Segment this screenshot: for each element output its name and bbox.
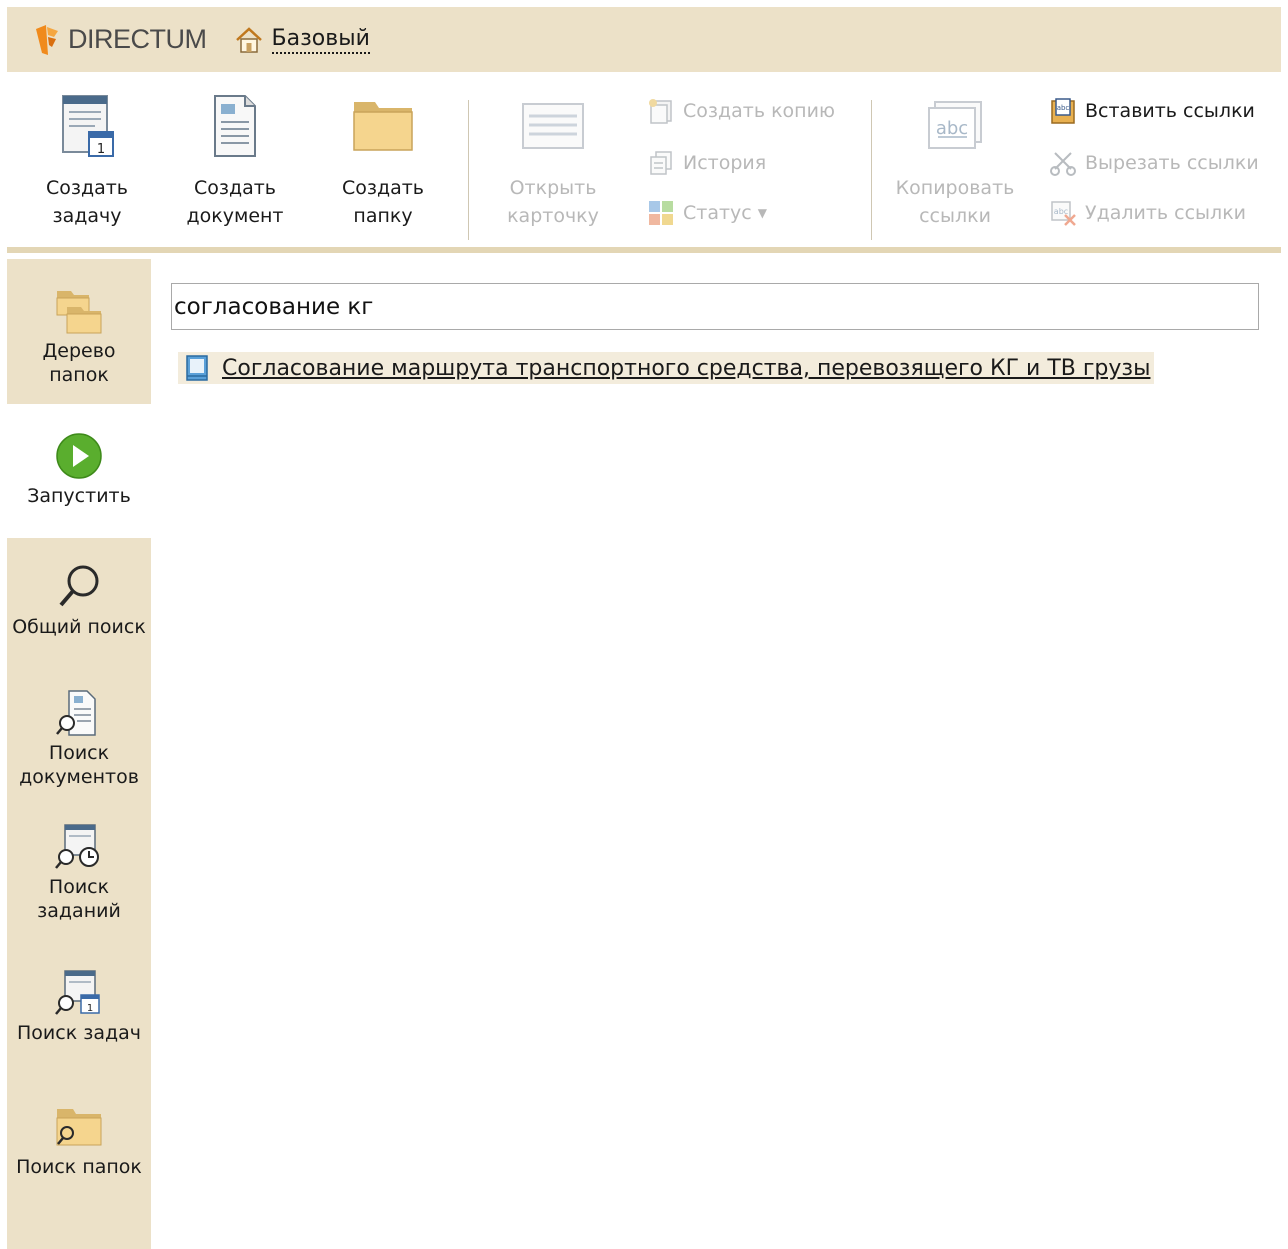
logo-text: DIRECTUM: [68, 24, 207, 54]
copy-icon: [649, 99, 672, 124]
insert-links-label: Вставить ссылки: [1085, 100, 1255, 122]
title-bar: DIRECTUM Базовый: [7, 7, 1281, 72]
search-result-item[interactable]: Согласование маршрута транспортного сред…: [178, 352, 1155, 384]
open-card-button[interactable]: Открыть карточку: [493, 92, 613, 230]
copy-links-button[interactable]: abc Копировать ссылки: [895, 92, 1015, 230]
home-icon: [235, 26, 262, 53]
nav-run[interactable]: Запустить: [7, 404, 151, 538]
nav-search-jobs[interactable]: Поиск заданий: [7, 821, 151, 923]
delete-links-button[interactable]: abc Удалить ссылки: [1049, 198, 1246, 228]
nav-search-documents-label: Поиск документов: [19, 742, 139, 788]
create-task-label: Создать задачу: [45, 177, 129, 227]
folder-icon: [353, 102, 413, 151]
search-result-link[interactable]: Согласование маршрута транспортного сред…: [222, 356, 1150, 381]
history-button[interactable]: История: [647, 148, 766, 178]
svg-text:abc: abc: [1057, 104, 1070, 112]
status-icon: [649, 201, 673, 225]
nav-search-documents[interactable]: Поиск документов: [7, 687, 151, 789]
search-folder-icon: [56, 1109, 102, 1146]
nav-run-label: Запустить: [27, 485, 131, 507]
chevron-down-icon: ▼: [757, 206, 767, 220]
ribbon-toolbar: 1 Создать задачу Создать документ Создат…: [7, 72, 1281, 253]
nav-folder-tree-label: Дерево папок: [42, 340, 116, 386]
status-label: Статус: [683, 202, 752, 224]
open-card-label: Открыть карточку: [507, 177, 599, 227]
nav-folder-tree[interactable]: Дерево папок: [7, 285, 151, 387]
create-document-label: Создать документ: [186, 177, 284, 227]
left-navigation: Дерево папок Запустить Общий поиск Поиск…: [7, 259, 151, 1249]
calendar-task-icon: 1: [62, 95, 114, 157]
nav-general-search[interactable]: Общий поиск: [7, 561, 151, 639]
copy-links-label: Копировать ссылки: [895, 177, 1015, 227]
main-content: Согласование маршрута транспортного сред…: [151, 259, 1281, 1249]
nav-search-jobs-label: Поиск заданий: [37, 876, 121, 922]
search-tasks-icon: 1: [55, 970, 100, 1015]
svg-text:1: 1: [87, 1003, 93, 1014]
home-link[interactable]: Базовый: [234, 25, 370, 55]
scissors-icon: [1050, 152, 1076, 176]
search-input[interactable]: [171, 283, 1259, 330]
paste-links-icon: abc: [1051, 98, 1075, 124]
insert-links-button[interactable]: abc Вставить ссылки: [1049, 96, 1255, 126]
create-copy-button[interactable]: Создать копию: [647, 96, 835, 126]
svg-text:abc: abc: [936, 118, 968, 139]
history-icon: [650, 151, 672, 175]
delete-links-label: Удалить ссылки: [1085, 202, 1247, 224]
create-document-button[interactable]: Создать документ: [175, 92, 295, 230]
cut-links-button[interactable]: Вырезать ссылки: [1049, 148, 1259, 178]
book-icon: [186, 355, 208, 381]
nav-search-tasks[interactable]: 1 Поиск задач: [7, 967, 151, 1045]
folder-tree-icon: [56, 291, 102, 334]
search-document-icon: [56, 690, 96, 736]
search-jobs-icon: [55, 824, 99, 869]
app-window: DIRECTUM Базовый 1 Создать задачу Создат…: [7, 7, 1281, 1249]
create-folder-label: Создать папку: [341, 177, 425, 227]
cut-links-label: Вырезать ссылки: [1085, 152, 1259, 174]
search-icon: [59, 565, 99, 607]
ribbon-separator: [871, 100, 872, 240]
directum-logo-icon: [36, 24, 58, 55]
directum-logo: DIRECTUM: [32, 23, 207, 57]
home-label[interactable]: Базовый: [271, 26, 370, 54]
status-dropdown[interactable]: Статус ▼: [647, 198, 767, 228]
nav-general-search-label: Общий поиск: [12, 616, 146, 638]
create-copy-label: Создать копию: [683, 100, 835, 122]
svg-text:1: 1: [97, 142, 105, 157]
abc-copy-icon: abc: [928, 101, 982, 149]
create-task-button[interactable]: 1 Создать задачу: [27, 92, 147, 230]
card-icon: [522, 103, 584, 149]
play-icon: [56, 433, 102, 479]
document-icon: [214, 95, 256, 157]
ribbon-separator: [468, 100, 469, 240]
nav-search-folders[interactable]: Поиск папок: [7, 1101, 151, 1179]
nav-search-tasks-label: Поиск задач: [17, 1022, 141, 1044]
create-folder-button[interactable]: Создать папку: [323, 92, 443, 230]
delete-links-icon: abc: [1051, 201, 1076, 226]
nav-search-folders-label: Поиск папок: [16, 1156, 142, 1178]
history-label: История: [683, 152, 767, 174]
